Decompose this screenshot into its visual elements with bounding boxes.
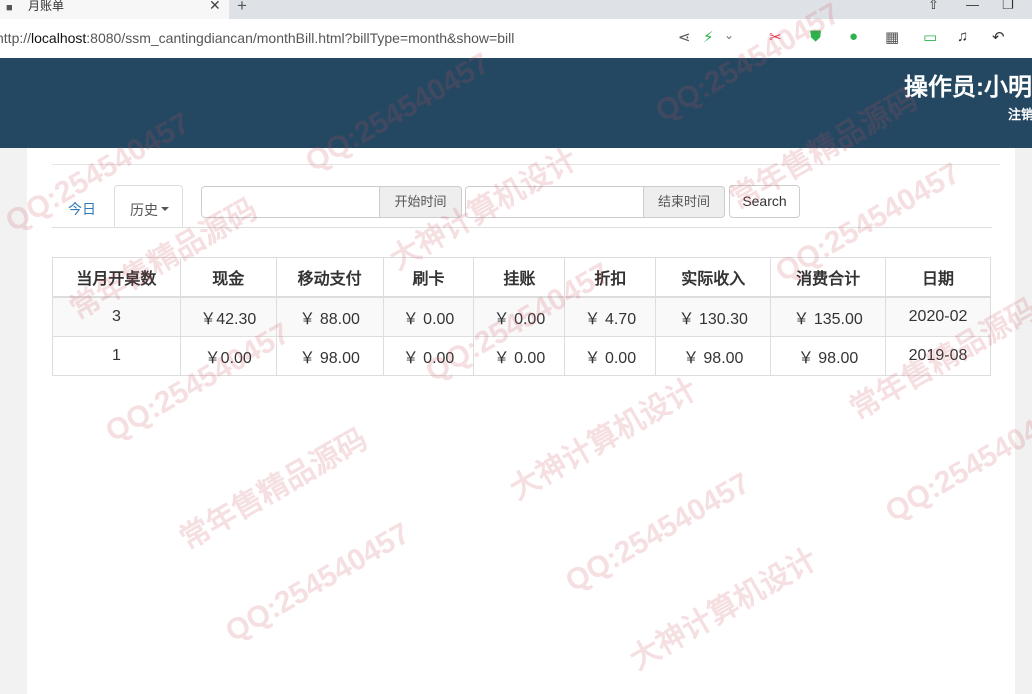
search-button[interactable]: Search: [729, 185, 800, 218]
column-header: 日期: [885, 257, 991, 298]
table-cell: ￥ 88.00: [275, 296, 384, 337]
tab-history-dropdown[interactable]: 历史: [114, 185, 183, 227]
tab-today[interactable]: 今日: [68, 199, 96, 219]
minimize-icon[interactable]: —: [966, 0, 979, 12]
nav-tabs-border: [52, 227, 992, 228]
headphones-icon[interactable]: ♫: [957, 28, 968, 45]
url-text[interactable]: http://localhost:8080/ssm_cantingdiancan…: [0, 30, 514, 46]
column-header: 实际收入: [655, 257, 772, 298]
reader-icon[interactable]: ●: [849, 28, 858, 45]
table-cell: ￥ 0.00: [473, 296, 566, 337]
table-cell: 2020-02: [885, 296, 991, 337]
maximize-icon[interactable]: ❐: [1002, 0, 1014, 13]
table-header-row: 当月开桌数 现金 移动支付 刷卡 挂账 折扣 实际收入 消费合计 日期: [52, 257, 991, 298]
table-cell: ￥ 0.00: [564, 336, 657, 376]
table-cell: 3: [52, 296, 181, 337]
browser-tab[interactable]: ■ 月账单 ✕: [0, 0, 229, 19]
operator-name: 操作员:小明: [904, 74, 1032, 101]
battery-icon[interactable]: ▭: [923, 28, 937, 46]
column-header: 现金: [179, 257, 277, 298]
undo-icon[interactable]: ↶: [992, 28, 1005, 46]
column-header: 消费合计: [770, 257, 887, 298]
table-cell: 2019-08: [885, 336, 991, 376]
table-cell: ￥ 0.00: [473, 336, 566, 376]
address-bar[interactable]: http://localhost:8080/ssm_cantingdiancan…: [0, 19, 1032, 59]
end-date-label: 结束时间: [644, 186, 725, 218]
close-icon[interactable]: ✕: [209, 0, 221, 14]
start-date-label: 开始时间: [380, 186, 462, 218]
tab-history-label: 历史: [130, 202, 158, 218]
shield-icon[interactable]: ⛊: [810, 28, 821, 45]
divider: [52, 164, 1000, 165]
column-header: 折扣: [564, 257, 657, 298]
tab-title: 月账单: [28, 0, 65, 13]
table-cell: 1: [52, 336, 181, 376]
column-header: 挂账: [473, 257, 566, 298]
table-cell: ￥ 130.30: [655, 296, 772, 337]
chevron-down-icon[interactable]: ⌄: [724, 28, 734, 42]
share-icon[interactable]: ⋖: [678, 28, 691, 46]
lightning-icon[interactable]: ⚡: [703, 28, 714, 46]
new-tab-icon[interactable]: +: [237, 0, 247, 16]
table-cell: ￥ 135.00: [770, 296, 887, 337]
content-panel: 今日 历史 开始时间 结束时间 Search 当月开桌数 现金 移动支付 刷卡 …: [27, 148, 1015, 694]
table-cell: ￥42.30: [179, 296, 277, 337]
apps-grid-icon[interactable]: ▦: [885, 28, 899, 46]
table-cell: ￥ 0.00: [382, 336, 475, 376]
table-cell: ￥0.00: [179, 336, 277, 376]
column-header: 移动支付: [275, 257, 384, 298]
page-favicon-icon: ■: [6, 2, 13, 14]
column-header: 刷卡: [382, 257, 475, 298]
table-cell: ￥ 4.70: [564, 296, 657, 337]
shirt-icon[interactable]: ⇧: [928, 0, 939, 13]
browser-tab-strip: ■ 月账单 ✕ + ⇧ — ❐: [0, 0, 1032, 19]
scrollbar-track[interactable]: [1015, 148, 1032, 694]
start-date-input[interactable]: [201, 186, 380, 218]
monthly-bill-table: 当月开桌数 现金 移动支付 刷卡 挂账 折扣 实际收入 消费合计 日期 3 ￥4…: [52, 257, 991, 376]
table-cell: ￥ 98.00: [275, 336, 384, 376]
table-cell: ￥ 98.00: [770, 336, 887, 376]
site-header: 操作员:小明 注销: [0, 58, 1032, 148]
table-cell: ￥ 98.00: [655, 336, 772, 376]
scissors-icon[interactable]: ✂: [769, 28, 782, 46]
end-date-input[interactable]: [465, 186, 644, 218]
table-row: 3 ￥42.30 ￥ 88.00 ￥ 0.00 ￥ 0.00 ￥ 4.70 ￥ …: [52, 296, 991, 337]
caret-down-icon: [161, 207, 169, 211]
table-cell: ￥ 0.00: [382, 296, 475, 337]
logout-link[interactable]: 注销: [1008, 104, 1032, 123]
table-row: 1 ￥0.00 ￥ 98.00 ￥ 0.00 ￥ 0.00 ￥ 0.00 ￥ 9…: [52, 336, 991, 376]
column-header: 当月开桌数: [52, 257, 181, 298]
